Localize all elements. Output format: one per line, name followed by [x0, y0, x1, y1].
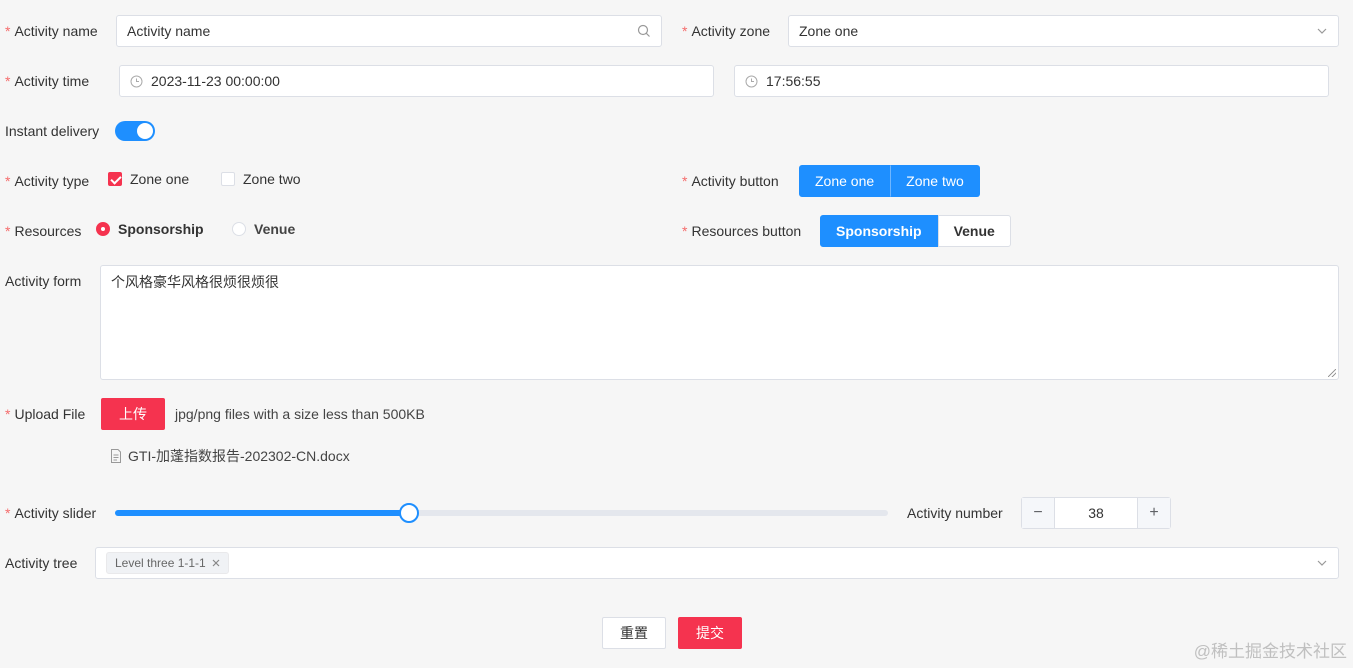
checkbox-label: Zone two [243, 171, 301, 187]
activity-button-zone-one[interactable]: Zone one [799, 165, 891, 197]
chevron-down-icon [1316, 25, 1328, 37]
activity-form-value: 个风格豪华风格很烦很烦很 [111, 274, 279, 290]
radio-label: Sponsorship [118, 221, 204, 237]
activity-slider-fill [115, 510, 409, 516]
resources-radio-sponsorship[interactable]: Sponsorship [96, 221, 204, 237]
upload-button[interactable]: 上传 [101, 398, 165, 430]
activity-name-input[interactable]: Activity name [116, 15, 662, 47]
instant-delivery-label: Instant delivery [5, 123, 100, 139]
resources-button-sponsorship[interactable]: Sponsorship [820, 215, 938, 247]
activity-type-label: * Activity type [5, 173, 90, 189]
decrease-button[interactable]: − [1022, 498, 1055, 528]
selected-tag: Level three 1-1-1 [106, 552, 229, 574]
resize-handle[interactable] [1328, 369, 1336, 377]
search-icon[interactable] [637, 24, 651, 38]
resources-radio-venue[interactable]: Venue [232, 221, 295, 237]
uploaded-file-name: GTI-加蓬指数报告-202302-CN.docx [128, 448, 350, 464]
resources-button-group: Sponsorship Venue [820, 215, 1011, 247]
chevron-down-icon [1316, 557, 1328, 569]
activity-type-checkbox-zone-one[interactable]: Zone one [108, 171, 189, 187]
activity-tree-label: Activity tree [5, 555, 78, 571]
resources-button-venue[interactable]: Venue [937, 215, 1011, 247]
activity-slider-label: * Activity slider [5, 505, 97, 521]
activity-slider-handle[interactable] [398, 503, 419, 523]
reset-button[interactable]: 重置 [602, 617, 666, 649]
activity-time-picker[interactable]: 17:56:55 [734, 65, 1329, 97]
activity-slider-track[interactable] [115, 510, 888, 516]
watermark: @稀土掘金技术社区 [1193, 642, 1347, 661]
uploaded-file-item[interactable]: GTI-加蓬指数报告-202302-CN.docx [110, 446, 350, 466]
activity-number-input[interactable]: 38 [1055, 498, 1137, 528]
activity-button-group: Zone one Zone two [799, 165, 980, 197]
activity-time-label: * Activity time [5, 73, 90, 89]
upload-file-label: * Upload File [5, 406, 86, 422]
selected-tag-label: Level three 1-1-1 [115, 556, 206, 570]
activity-name-label: * Activity name [5, 23, 98, 39]
radio-label: Venue [254, 221, 296, 237]
clock-icon [745, 75, 758, 88]
checkbox-label: Zone one [130, 171, 190, 187]
resources-button-label: * Resources button [682, 223, 802, 239]
activity-button-zone-two[interactable]: Zone two [890, 165, 980, 197]
document-icon [110, 449, 122, 463]
activity-zone-label: * Activity zone [682, 23, 771, 39]
submit-button[interactable]: 提交 [678, 617, 742, 649]
activity-form-label: Activity form [5, 273, 82, 289]
activity-number-label: Activity number [907, 505, 1003, 521]
instant-delivery-switch[interactable] [115, 121, 155, 141]
clock-icon [130, 75, 143, 88]
activity-time-value: 17:56:55 [766, 73, 821, 89]
resources-label: * Resources [5, 223, 82, 239]
upload-hint: jpg/png files with a size less than 500K… [175, 406, 425, 422]
activity-button-label: * Activity button [682, 173, 779, 189]
activity-date-value: 2023-11-23 00:00:00 [151, 73, 280, 89]
activity-zone-value: Zone one [799, 23, 859, 39]
activity-number-stepper: − 38 + [1021, 497, 1171, 529]
activity-zone-select[interactable]: Zone one [788, 15, 1339, 47]
activity-type-checkbox-zone-two[interactable]: Zone two [221, 171, 301, 187]
activity-date-picker[interactable]: 2023-11-23 00:00:00 [119, 65, 714, 97]
activity-form-textarea[interactable]: 个风格豪华风格很烦很烦很 [100, 265, 1339, 380]
close-icon[interactable] [212, 559, 220, 567]
activity-tree-select[interactable]: Level three 1-1-1 [95, 547, 1339, 579]
increase-button[interactable]: + [1137, 498, 1170, 528]
activity-name-placeholder: Activity name [127, 23, 211, 39]
